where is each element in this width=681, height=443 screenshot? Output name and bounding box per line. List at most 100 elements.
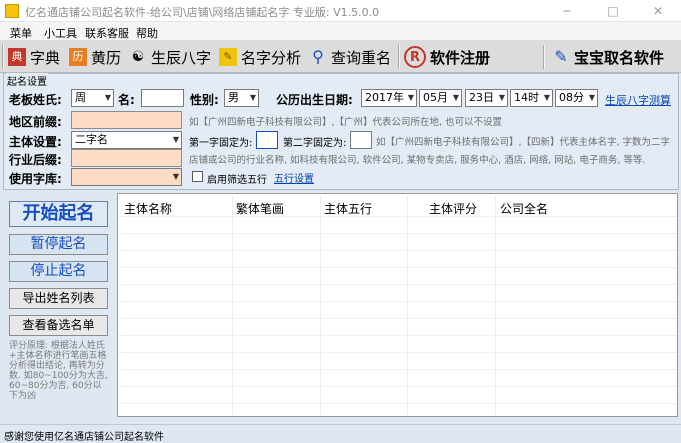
second-char-fixed-label: 第二字固定为: [283, 138, 347, 149]
surname-label: 老板姓氏: [9, 93, 62, 107]
naming-settings-label: 起名设置 [6, 73, 48, 88]
region-prefix-hint: 如【广州四新电子科技有限公司】,【广州】代表公司所在地, 也可以不设置 [189, 117, 503, 128]
gender-select[interactable]: 男 ▼ [224, 89, 259, 107]
chevron-down-icon: ▼ [407, 93, 414, 102]
menu-item-tools[interactable]: 小工具 [44, 25, 77, 41]
wuxing-filter-label: 启用筛选五行 [207, 175, 267, 186]
status-text: 感谢您使用亿名通店铺公司起名软件 [4, 432, 164, 443]
maximize-button[interactable]: □ [590, 0, 636, 22]
toolbar-separator [543, 45, 545, 69]
dictionary-label: 字典 [30, 48, 61, 67]
row-divider [118, 369, 677, 370]
chevron-down-icon: ▼ [172, 172, 179, 181]
results-grid[interactable]: 主体名称 繁体笔画 主体五行 主体评分 公司全名 [117, 193, 678, 417]
gender-label: 性别: [190, 93, 219, 107]
given-name-input[interactable] [141, 89, 184, 107]
region-prefix-input[interactable] [71, 111, 182, 129]
gender-value: 男 [228, 91, 239, 104]
export-list-button[interactable]: 导出姓名列表 [9, 288, 108, 309]
row-divider [118, 267, 677, 268]
duplicate-check-button[interactable]: ⚲ 查询重名 [309, 44, 391, 70]
chevron-down-icon: ▼ [588, 93, 595, 102]
column-divider [495, 196, 496, 416]
column-header-full-name[interactable]: 公司全名 [500, 200, 548, 217]
baby-naming-button[interactable]: ✎ 宝宝取名软件 [552, 44, 664, 70]
industry-suffix-input[interactable] [71, 149, 182, 167]
wuxing-filter-checkbox[interactable] [192, 171, 203, 182]
first-char-fixed-label: 第一字固定为: [189, 138, 253, 149]
pause-naming-button[interactable]: 暂停起名 [9, 234, 108, 255]
row-divider [118, 233, 677, 234]
chevron-down-icon: ▼ [452, 93, 459, 102]
first-char-fixed-input[interactable] [256, 131, 278, 149]
bazi-label: 生辰八字 [151, 48, 212, 67]
column-divider [320, 196, 321, 416]
birth-minute-select[interactable]: 08分 ▼ [555, 89, 598, 107]
minimize-button[interactable]: ─ [544, 0, 590, 22]
register-button[interactable]: R 软件注册 [404, 44, 490, 70]
menu-item-menu[interactable]: 菜单 [10, 25, 32, 41]
birth-hour-value: 14时 [514, 91, 539, 104]
status-bar: 感谢您使用亿名通店铺公司起名软件 [0, 424, 681, 443]
birth-minute-value: 08分 [559, 91, 584, 104]
birth-month-value: 05月 [423, 91, 448, 104]
column-divider [407, 196, 408, 416]
chevron-down-icon: ▼ [104, 93, 111, 102]
row-divider [118, 403, 677, 404]
almanac-button[interactable]: 历 黄历 [69, 44, 121, 70]
row-divider [118, 250, 677, 251]
row-divider [118, 386, 677, 387]
main-setting-select[interactable]: 二字名 ▼ [71, 131, 182, 149]
row-divider [118, 284, 677, 285]
main-setting-label: 主体设置: [9, 135, 62, 149]
name-analysis-button[interactable]: ✎ 名字分析 [219, 44, 301, 70]
industry-suffix-label: 行业后缀: [9, 153, 62, 167]
score-explanation: 评分原理: 根据法人姓氏+主体名称进行笔画五格分析得出结论, 再转为分数. 如8… [9, 341, 108, 401]
yinyang-icon: ☯ [131, 49, 145, 65]
charset-select[interactable]: ▼ [71, 168, 182, 186]
baby-naming-label: 宝宝取名软件 [574, 48, 665, 67]
birth-hour-select[interactable]: 14时 ▼ [510, 89, 553, 107]
bazi-calc-link[interactable]: 生辰八字测算 [605, 92, 671, 108]
stop-naming-button[interactable]: 停止起名 [9, 261, 108, 282]
birth-year-select[interactable]: 2017年 ▼ [361, 89, 417, 107]
birth-day-select[interactable]: 23日 ▼ [465, 89, 508, 107]
row-divider [118, 352, 677, 353]
name-analysis-label: 名字分析 [241, 48, 302, 67]
view-candidates-button[interactable]: 查看备选名单 [9, 315, 108, 336]
column-header-main-name[interactable]: 主体名称 [124, 200, 172, 217]
main-setting-hint: 如【广州四新电子科技有限公司】,【四新】代表主体名字, 字数为二字 [376, 137, 671, 148]
surname-value: 周 [75, 91, 86, 104]
given-name-label: 名: [118, 93, 135, 107]
dictionary-button[interactable]: 典 字典 [8, 44, 60, 70]
birth-date-label: 公历出生日期: [276, 93, 353, 107]
notepad-icon: ✎ [219, 48, 237, 66]
menu-item-support[interactable]: 联系客服 [85, 25, 129, 41]
chevron-down-icon: ▼ [172, 135, 179, 144]
registered-icon: R [404, 46, 426, 68]
birth-month-select[interactable]: 05月 ▼ [419, 89, 462, 107]
toolbar-separator [398, 45, 400, 69]
register-label: 软件注册 [430, 48, 491, 67]
row-divider [118, 335, 677, 336]
magnifier-icon: ⚲ [312, 47, 324, 66]
column-header-wuxing[interactable]: 主体五行 [324, 200, 372, 217]
wuxing-settings-link[interactable]: 五行设置 [274, 170, 314, 185]
toolbar-separator [2, 45, 4, 69]
bazi-button[interactable]: ☯ 生辰八字 [129, 44, 211, 70]
app-icon [5, 4, 19, 18]
baby-icon: ✎ [554, 47, 568, 66]
close-button[interactable]: ✕ [635, 0, 681, 22]
column-header-strokes[interactable]: 繁体笔画 [236, 200, 284, 217]
menu-item-help[interactable]: 帮助 [136, 25, 158, 41]
almanac-label: 黄历 [91, 48, 122, 67]
second-char-fixed-input[interactable] [350, 131, 372, 149]
surname-select[interactable]: 周 ▼ [71, 89, 114, 107]
column-header-score[interactable]: 主体评分 [429, 200, 477, 217]
start-naming-button[interactable]: 开始起名 [9, 201, 108, 227]
book-icon: 典 [8, 48, 26, 66]
birth-year-value: 2017年 [365, 91, 404, 104]
column-divider [232, 196, 233, 416]
chevron-down-icon: ▼ [543, 93, 550, 102]
menu-bar: 菜单 小工具 联系客服 帮助 [0, 22, 681, 41]
